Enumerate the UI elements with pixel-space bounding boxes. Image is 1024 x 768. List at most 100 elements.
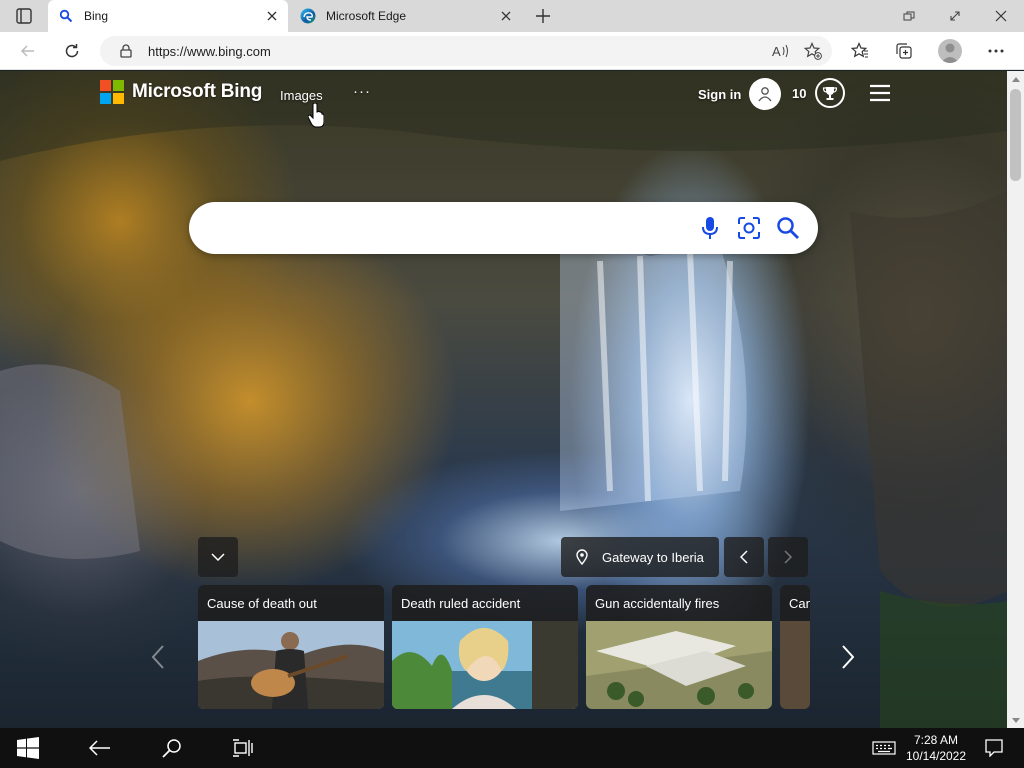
scrollbar-thumb[interactable]	[1010, 89, 1021, 181]
tab-title: Bing	[84, 9, 109, 23]
start-button[interactable]	[4, 728, 52, 768]
notification-icon	[985, 739, 1003, 757]
trophy-icon	[822, 87, 838, 100]
collections-button[interactable]	[890, 37, 918, 65]
settings-more-button[interactable]	[982, 37, 1010, 65]
news-card-title: Cause of death out	[207, 596, 317, 611]
tab-title: Microsoft Edge	[326, 9, 407, 23]
news-card-title: Death ruled accident	[401, 596, 521, 611]
sign-in-button[interactable]: Sign in	[698, 78, 782, 110]
microphone-icon[interactable]	[696, 214, 724, 242]
collections-icon	[896, 43, 912, 59]
more-horizontal-icon	[988, 49, 1004, 53]
nav-images-link[interactable]: Images	[280, 88, 323, 103]
image-location-label: Gateway to Iberia	[602, 549, 704, 565]
news-card-image	[780, 621, 810, 709]
url-text[interactable]: https://www.bing.com	[148, 44, 768, 59]
refresh-button[interactable]	[58, 37, 86, 65]
tab-bing[interactable]: Bing	[48, 0, 288, 32]
brand-name: Microsoft Bing	[132, 81, 263, 102]
location-pin-icon	[574, 549, 590, 565]
image-location-button[interactable]: Gateway to Iberia	[561, 537, 719, 577]
expand-icon	[950, 11, 960, 21]
caret-down-icon	[1011, 717, 1020, 723]
chevron-down-icon	[211, 553, 225, 561]
page-scrollbar[interactable]	[1007, 71, 1024, 728]
tab-strip: Bing Microsoft Edge	[0, 0, 1024, 32]
previous-image-button[interactable]	[724, 537, 764, 577]
rewards-button[interactable]	[815, 78, 845, 108]
maximize-button[interactable]	[932, 0, 978, 32]
svg-text:A: A	[772, 44, 781, 59]
new-tab-button[interactable]	[532, 6, 554, 26]
add-favorite-icon[interactable]	[800, 38, 826, 64]
news-card-image	[586, 621, 772, 709]
carousel-prev-button[interactable]	[146, 637, 170, 677]
task-view-icon	[233, 739, 253, 757]
chevron-right-icon	[842, 645, 854, 669]
read-aloud-icon[interactable]: A	[768, 38, 794, 64]
search-input[interactable]	[213, 214, 693, 242]
bing-homepage: Microsoft Bing Images ··· Sign in 10 Gat…	[0, 71, 1007, 728]
scroll-up-arrow[interactable]	[1007, 71, 1024, 87]
user-avatar-icon	[749, 78, 782, 110]
clock-time: 7:28 AM	[913, 733, 959, 747]
profile-avatar[interactable]	[938, 39, 962, 63]
nav-more-button[interactable]: ···	[353, 83, 371, 100]
favorites-button[interactable]	[846, 37, 874, 65]
bing-search-icon	[58, 8, 74, 24]
plus-icon	[536, 9, 550, 23]
chevron-right-icon	[784, 550, 792, 564]
back-button[interactable]	[14, 37, 42, 65]
next-image-button[interactable]	[768, 537, 808, 577]
lock-icon[interactable]	[118, 43, 134, 59]
hand-cursor-icon	[308, 103, 324, 128]
visual-search-icon[interactable]	[735, 214, 763, 242]
news-card-title: Can	[789, 596, 810, 611]
back-arrow-icon	[89, 740, 110, 756]
restore-small-icon	[903, 11, 915, 21]
search-box	[189, 202, 818, 254]
news-card[interactable]: Can	[780, 585, 810, 709]
taskbar-search-button[interactable]	[148, 728, 196, 768]
browser-toolbar: https://www.bing.com A	[0, 32, 1024, 70]
close-icon	[995, 10, 1007, 22]
rewards-points[interactable]: 10	[792, 86, 806, 101]
minimize-button[interactable]	[886, 0, 932, 32]
system-clock[interactable]: 7:28 AM 10/14/2022	[900, 732, 972, 764]
news-card-title: Gun accidentally fires	[595, 596, 720, 611]
favorites-icon	[851, 42, 868, 58]
tab-actions-button[interactable]	[8, 6, 38, 26]
sign-in-label: Sign in	[698, 86, 742, 102]
news-card-image	[198, 621, 384, 709]
windows-logo-icon	[17, 737, 39, 759]
address-bar[interactable]: https://www.bing.com A	[100, 36, 832, 66]
back-arrow-icon	[20, 45, 34, 57]
action-center-button[interactable]	[970, 728, 1018, 768]
microsoft-logo-icon	[100, 80, 124, 104]
task-view-button[interactable]	[220, 728, 268, 768]
clock-date: 10/14/2022	[905, 749, 967, 763]
search-icon	[162, 739, 181, 758]
news-card[interactable]: Gun accidentally fires	[586, 585, 772, 709]
news-card-image	[392, 621, 578, 709]
windows-taskbar: 7:28 AM 10/14/2022	[0, 728, 1024, 768]
news-card[interactable]: Cause of death out	[198, 585, 384, 709]
scroll-down-arrow[interactable]	[1007, 712, 1024, 728]
bing-logo[interactable]: Microsoft Bing	[100, 80, 262, 104]
taskbar-back-button[interactable]	[76, 728, 124, 768]
news-card[interactable]: Death ruled accident	[392, 585, 578, 709]
collapse-feed-button[interactable]	[198, 537, 238, 577]
close-window-button[interactable]	[978, 0, 1024, 32]
menu-hamburger-icon[interactable]	[869, 83, 891, 103]
carousel-next-button[interactable]	[836, 637, 860, 677]
caret-up-icon	[1011, 76, 1020, 82]
keyboard-icon	[872, 741, 896, 755]
tab-microsoft-edge[interactable]: Microsoft Edge	[290, 0, 522, 32]
search-icon[interactable]	[774, 214, 802, 242]
person-icon	[941, 43, 959, 63]
edge-logo-icon	[300, 8, 316, 24]
close-tab-icon[interactable]	[262, 6, 282, 26]
close-tab-icon[interactable]	[496, 6, 516, 26]
chevron-left-icon	[152, 645, 164, 669]
